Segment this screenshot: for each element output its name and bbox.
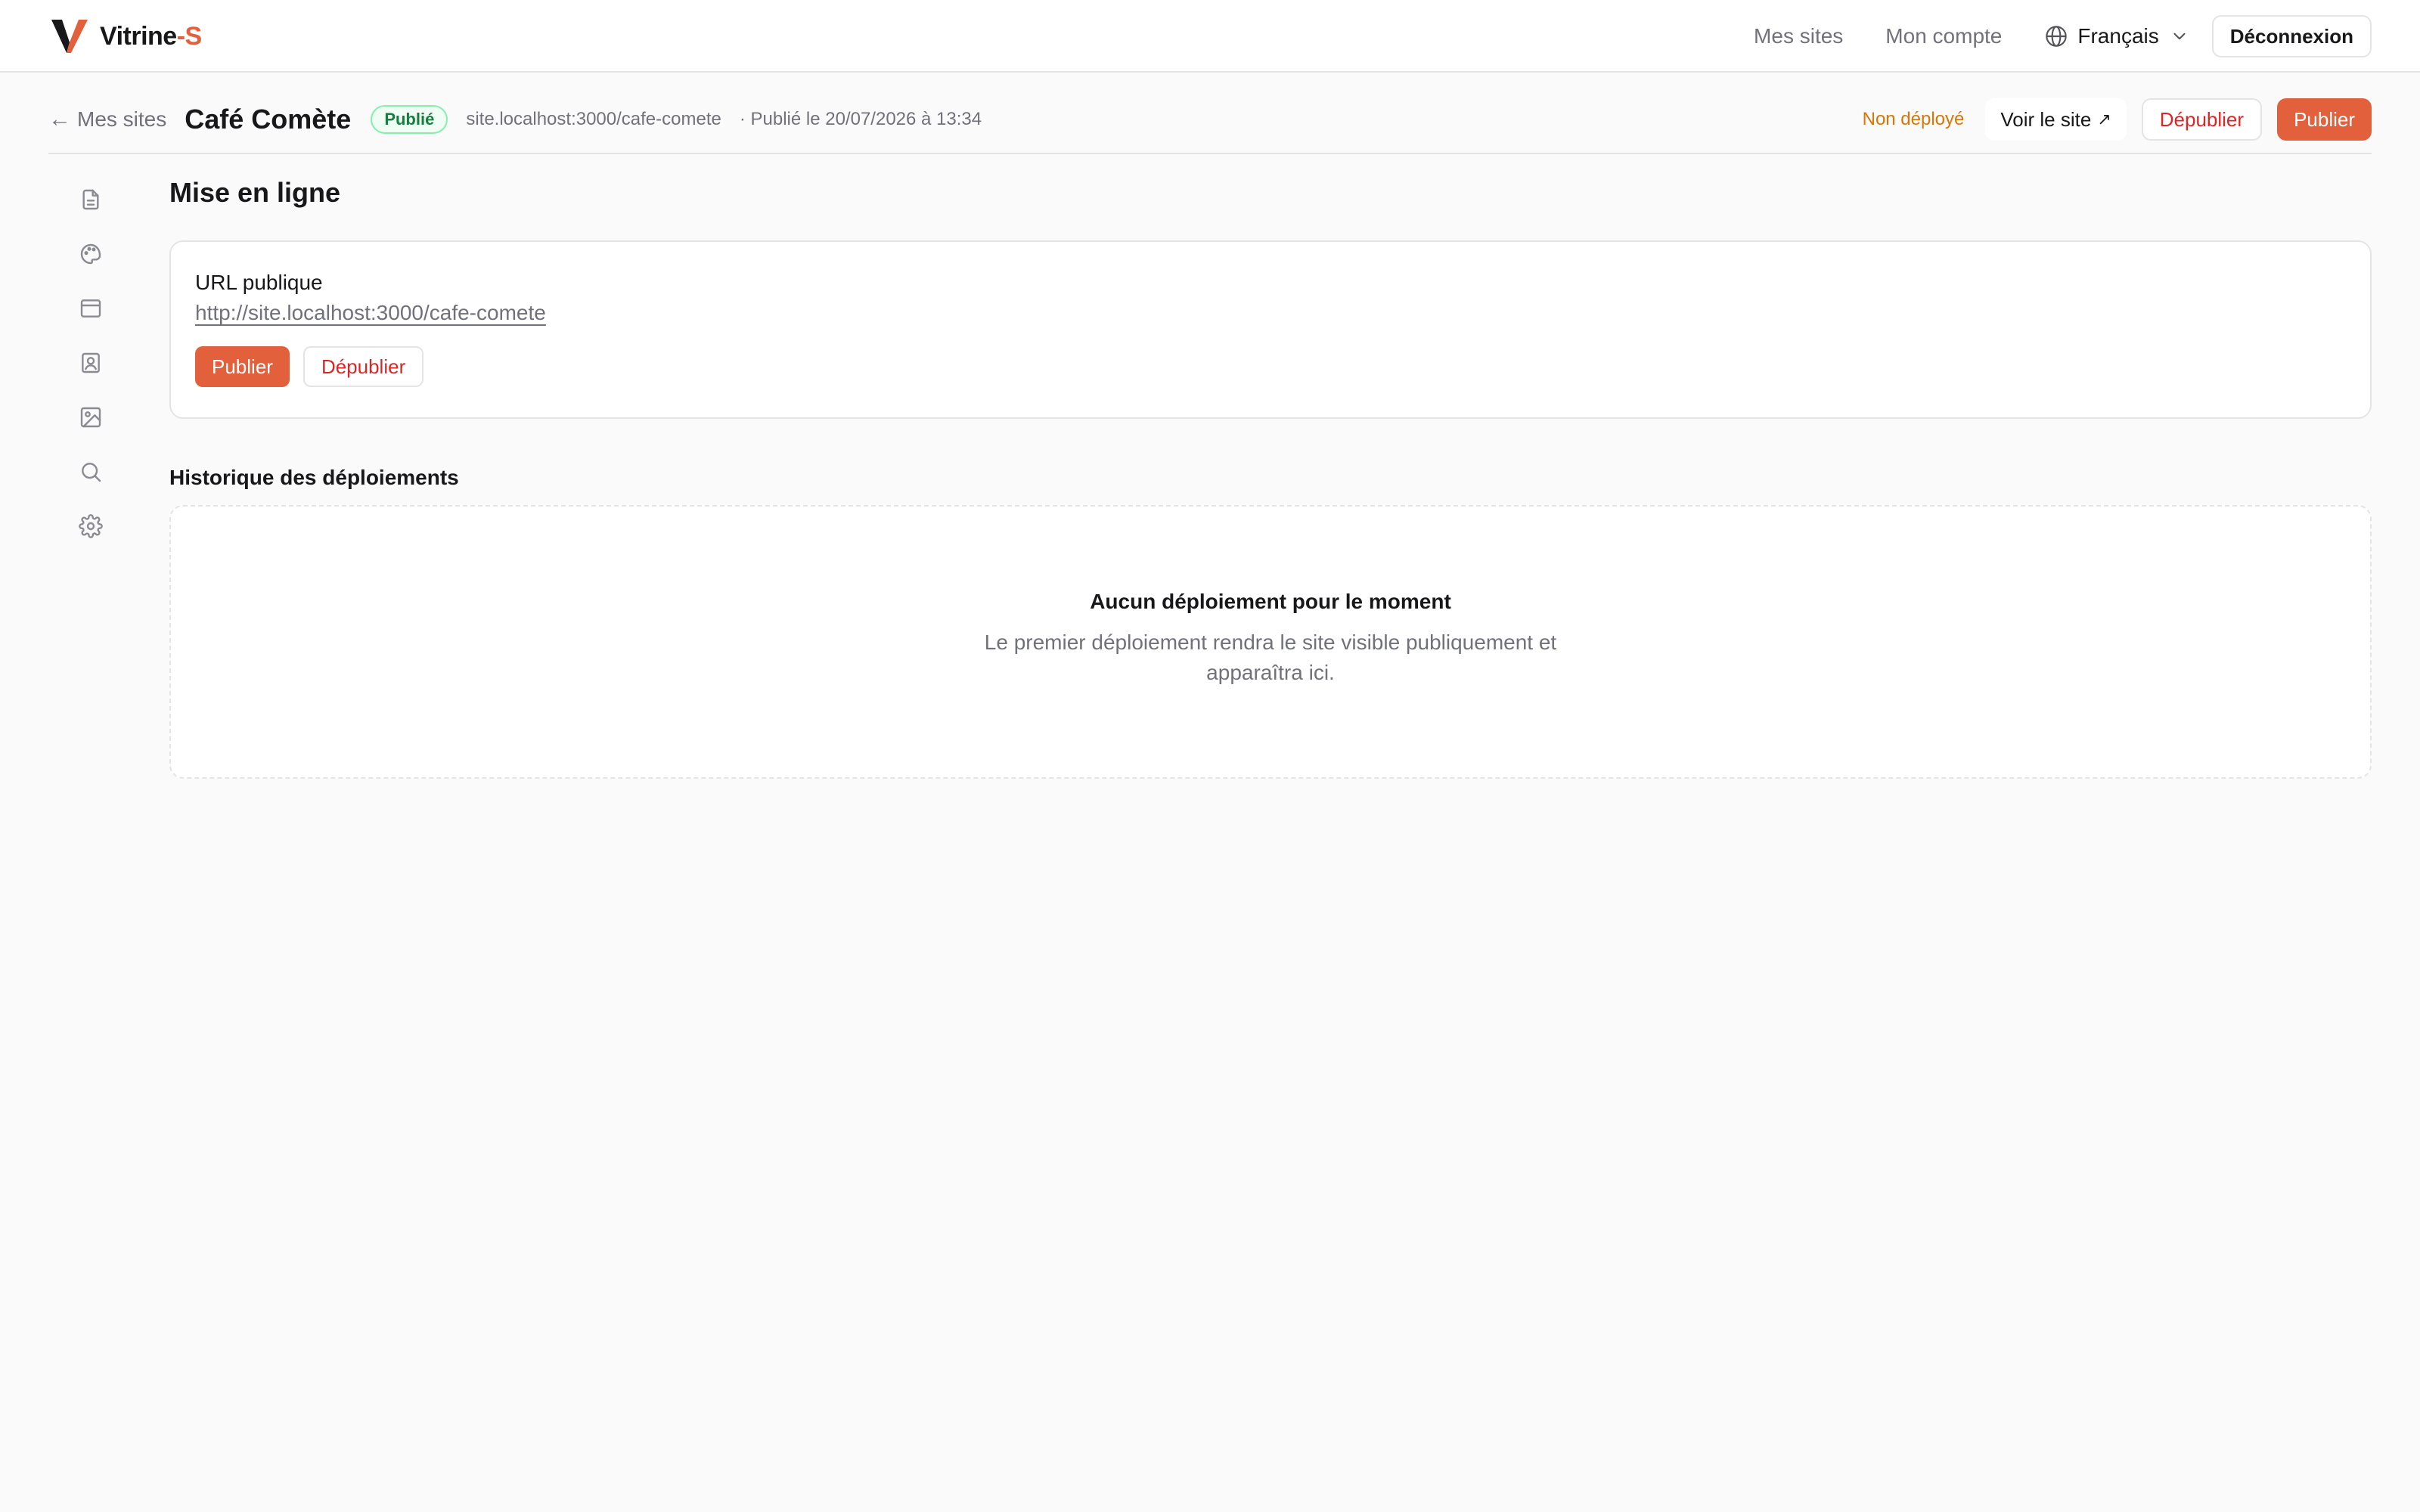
- chevron-down-icon: [2173, 33, 2186, 40]
- contact-card-icon: [82, 352, 100, 373]
- page-icon: [82, 189, 99, 210]
- empty-state-title: Aucun déploiement pour le moment: [1090, 590, 1451, 613]
- sidebar-item-pages[interactable]: [73, 181, 109, 218]
- back-to-sites-link[interactable]: ← Mes sites: [48, 107, 166, 132]
- public-url-link[interactable]: http://site.localhost:3000/cafe-comete: [195, 298, 546, 328]
- deployment-history-empty-state: Aucun déploiement pour le moment Le prem…: [169, 505, 2372, 779]
- arrow-left-icon: ←: [48, 107, 71, 132]
- external-link-icon: ↗: [2097, 110, 2111, 129]
- publish-button[interactable]: Publier: [2277, 98, 2372, 141]
- page-title: Mise en ligne: [169, 177, 341, 208]
- view-site-label: Voir le site: [2000, 107, 2092, 131]
- sidebar-item-theme[interactable]: [73, 236, 109, 272]
- brand-name: Vitrine-S: [100, 21, 202, 51]
- public-url-label: URL publique: [195, 271, 323, 294]
- globe-icon: [2046, 26, 2068, 47]
- palette-icon: [80, 243, 101, 265]
- unpublish-button[interactable]: Dépublier: [2141, 98, 2263, 141]
- layout-icon: [80, 299, 101, 318]
- brand-logo[interactable]: Vitrine-S: [48, 14, 202, 59]
- nav-my-sites[interactable]: Mes sites: [1754, 24, 1843, 48]
- site-header: ← Mes sites Café Comète Publié site.loca…: [48, 97, 2372, 154]
- sidebar-item-settings[interactable]: [73, 508, 109, 544]
- language-label: Français: [2077, 24, 2159, 48]
- gear-icon: [79, 514, 103, 538]
- top-nav: Mes sites Mon compte Français Déconnexio…: [1754, 14, 2372, 59]
- view-site-button[interactable]: Voir le site ↗: [1985, 98, 2127, 141]
- nav-my-account[interactable]: Mon compte: [1885, 24, 2002, 48]
- logout-button[interactable]: Déconnexion: [2211, 15, 2372, 57]
- site-url: site.localhost:3000/cafe-comete: [466, 109, 721, 129]
- card-actions: Publier Dépublier: [195, 346, 2346, 387]
- site-title: Café Comète: [185, 104, 352, 135]
- language-selector[interactable]: Français: [2044, 24, 2189, 48]
- top-navbar: Vitrine-S Mes sites Mon compte Français …: [0, 0, 2420, 73]
- image-icon: [80, 407, 101, 428]
- published-date: · Publié le 20/07/2026 à 13:34: [739, 109, 982, 129]
- sidebar-item-media[interactable]: [73, 399, 109, 435]
- sidebar-item-seo[interactable]: [73, 454, 109, 490]
- status-badge: Publié: [371, 105, 448, 134]
- card-unpublish-button[interactable]: Dépublier: [302, 346, 424, 387]
- search-icon: [82, 463, 101, 482]
- empty-state-description: Le premier déploiement rendra le site vi…: [984, 631, 1557, 684]
- sidebar-item-layout[interactable]: [73, 290, 109, 327]
- card-publish-button[interactable]: Publier: [195, 346, 290, 387]
- main-content: Mise en ligne URL publique http://site.l…: [169, 172, 2372, 779]
- public-url-card: URL publique http://site.localhost:3000/…: [169, 240, 2372, 419]
- sidebar-item-contact[interactable]: [73, 345, 109, 381]
- back-label: Mes sites: [77, 107, 167, 131]
- deploy-status: Non déployé: [1862, 109, 1965, 129]
- deployment-history-title: Historique des déploiements: [169, 466, 459, 489]
- brand-v-icon: [51, 20, 88, 53]
- editor-sidebar: [73, 181, 109, 562]
